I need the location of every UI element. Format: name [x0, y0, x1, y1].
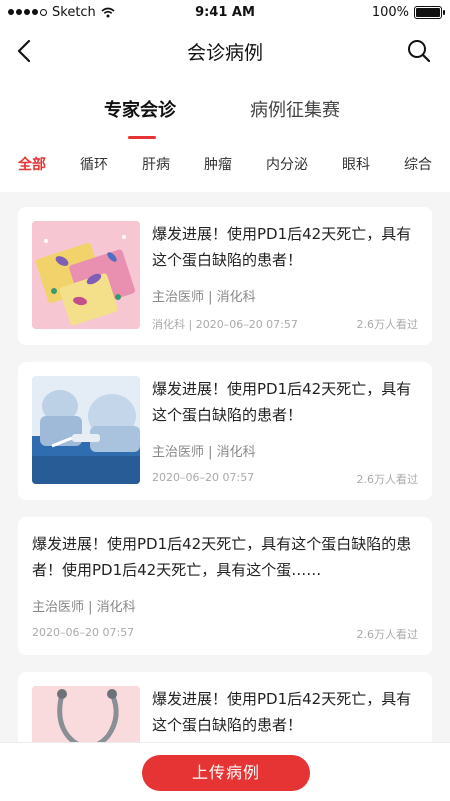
category-tab-endocrine[interactable]: 内分泌: [266, 154, 308, 174]
case-doctor-meta: 主治医师 | 消化科: [32, 600, 136, 615]
category-tab-ophthalmology[interactable]: 眼科: [342, 154, 370, 174]
page-title: 会诊病例: [186, 42, 263, 64]
case-dept-date: 消化科 | 2020–06–20 07:57: [152, 318, 298, 331]
status-bar: Sketch 9:41 AM 100%: [0, 0, 450, 26]
status-right: 100%: [371, 5, 445, 20]
search-icon: [408, 40, 431, 63]
tab-expert-consultation[interactable]: 专家会诊: [104, 96, 176, 122]
case-date: 2020–06–20 07:57: [32, 626, 135, 639]
tab-case-contest[interactable]: 病例征集赛: [250, 96, 340, 122]
bottom-bar: 上传病例: [0, 742, 450, 801]
case-views: 2.6万人看过: [356, 318, 419, 331]
search-button[interactable]: [406, 38, 432, 64]
case-thumbnail: [32, 221, 140, 329]
case-doctor-meta: 主治医师 | 消化科: [152, 445, 256, 460]
case-date: 2020–06–20 07:57: [152, 471, 255, 484]
case-title: 爆发进展！使用PD1后42天死亡，具有这个蛋白缺陷的患者！: [152, 380, 412, 424]
case-title: 爆发进展！使用PD1后42天死亡，具有这个蛋白缺陷的患者！使用PD1后42天死亡…: [32, 535, 412, 579]
battery-percent: 100%: [371, 5, 409, 20]
tab-indicator: [128, 136, 156, 139]
case-card[interactable]: 爆发进展！使用PD1后42天死亡，具有这个蛋白缺陷的患者！使用PD1后42天死亡…: [18, 517, 432, 655]
case-card[interactable]: 爆发进展！使用PD1后42天死亡，具有这个蛋白缺陷的患者！ 主治医师 | 消化科…: [18, 207, 432, 345]
case-views: 2.6万人看过: [356, 473, 419, 486]
upload-case-button[interactable]: 上传病例: [142, 755, 310, 791]
category-tab-circulation[interactable]: 循环: [80, 154, 108, 174]
category-tabs: 全部 循环 肝病 肿瘤 内分泌 眼科 综合: [0, 142, 450, 192]
case-title: 爆发进展！使用PD1后42天死亡，具有这个蛋白缺陷的患者！: [152, 225, 412, 269]
category-tab-liver[interactable]: 肝病: [142, 154, 170, 174]
category-tab-general[interactable]: 综合: [404, 154, 432, 174]
case-title: 爆发进展！使用PD1后42天死亡，具有这个蛋白缺陷的患者！: [152, 690, 412, 734]
case-views: 2.6万人看过: [356, 628, 419, 641]
category-tab-tumor[interactable]: 肿瘤: [204, 154, 232, 174]
case-thumbnail: [32, 376, 140, 484]
battery-icon: [414, 6, 445, 19]
nav-bar: 会诊病例: [0, 26, 450, 76]
case-card[interactable]: 爆发进展！使用PD1后42天死亡，具有这个蛋白缺陷的患者！ 主治医师 | 消化科…: [18, 362, 432, 500]
main-tabs: 专家会诊 病例征集赛: [0, 76, 450, 142]
category-tab-all[interactable]: 全部: [18, 154, 46, 174]
case-doctor-meta: 主治医师 | 消化科: [152, 290, 256, 305]
